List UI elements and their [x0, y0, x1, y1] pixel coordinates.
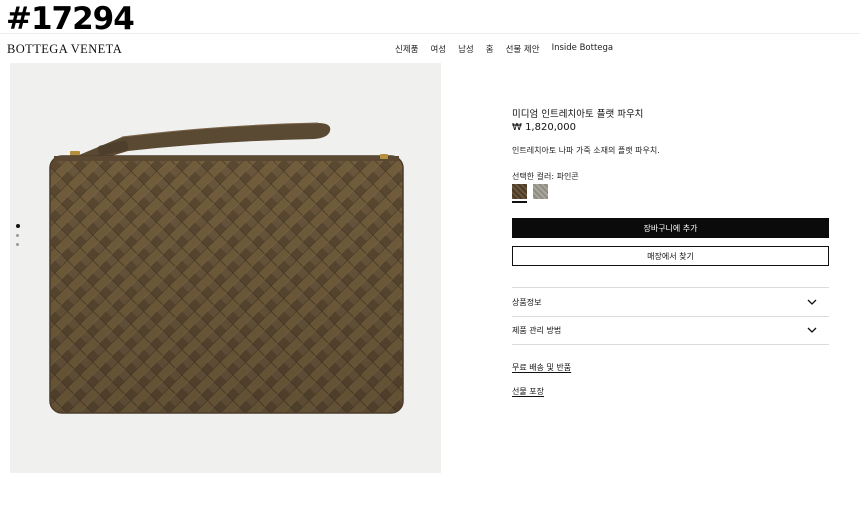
- accordion-product-info[interactable]: 상품정보: [512, 288, 829, 316]
- chevron-down-icon: [807, 299, 817, 305]
- nav-item-home[interactable]: 홈: [486, 43, 494, 55]
- nav-item-men[interactable]: 남성: [458, 43, 474, 55]
- header-divider: [0, 33, 860, 34]
- product-description: 인트레치아토 나파 가죽 소재의 플랫 파우치.: [512, 146, 660, 155]
- find-in-store-button[interactable]: 매장에서 찾기: [512, 246, 829, 266]
- pouch-illustration: [49, 122, 404, 414]
- gift-wrap-link[interactable]: 선물 포장: [512, 386, 544, 397]
- add-to-cart-button[interactable]: 장바구니에 추가: [512, 218, 829, 238]
- color-swatch-alt[interactable]: [533, 184, 548, 199]
- color-swatch-pinecone[interactable]: [512, 184, 527, 199]
- brand-logo[interactable]: BOTTEGA VENETA: [7, 42, 122, 57]
- nav-item-gifts[interactable]: 선물 제안: [506, 43, 540, 55]
- gallery-dot-2[interactable]: [16, 234, 19, 237]
- main-nav: 신제품 여성 남성 홈 선물 제안 Inside Bottega: [395, 43, 613, 55]
- gallery-pagination: [15, 224, 20, 246]
- selected-color-label: 선택한 컬러: 파인콘: [512, 172, 579, 181]
- product-title: 미디엄 인트레치아토 플랫 파우치: [512, 109, 644, 120]
- product-image[interactable]: [10, 63, 441, 473]
- accordion-divider: [512, 344, 829, 345]
- nav-item-women[interactable]: 여성: [430, 43, 446, 55]
- nav-item-inside-bottega[interactable]: Inside Bottega: [552, 43, 614, 55]
- accordion-label: 상품정보: [512, 297, 542, 307]
- selected-swatch-indicator: [512, 201, 527, 203]
- product-price: ₩ 1,820,000: [512, 122, 576, 133]
- nav-item-new[interactable]: 신제품: [395, 43, 418, 55]
- accordion-care[interactable]: 제품 관리 방법: [512, 316, 829, 344]
- accordion-label: 제품 관리 방법: [512, 325, 562, 335]
- chevron-down-icon: [807, 327, 817, 333]
- gallery-dot-3[interactable]: [16, 243, 19, 246]
- shipping-returns-link[interactable]: 무료 배송 및 반품: [512, 362, 571, 373]
- gallery-dot-1[interactable]: [15, 224, 20, 228]
